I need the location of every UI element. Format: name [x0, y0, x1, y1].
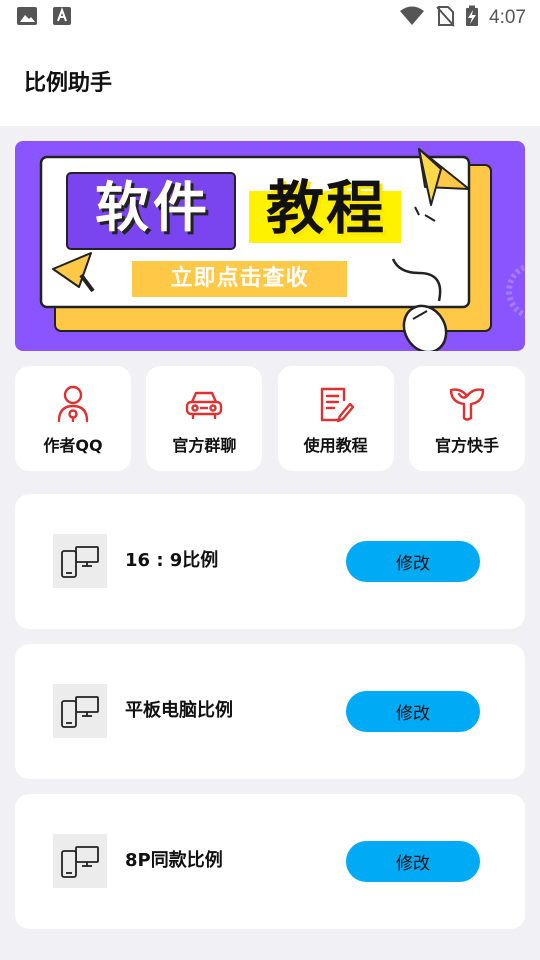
edit-button[interactable]: 修改 [346, 541, 480, 582]
quick-action-author-qq[interactable]: 作者QQ [15, 366, 131, 471]
quick-action-label: 使用教程 [303, 436, 368, 455]
kuaishou-logo-icon [447, 384, 487, 424]
ratio-card-tablet: 平板电脑比例 修改 [15, 644, 525, 779]
image-icon [16, 6, 38, 30]
status-time: 4:07 [489, 7, 526, 28]
banner-cta[interactable]: 立即点击查收 [133, 262, 346, 296]
car-icon [184, 384, 224, 424]
edit-button[interactable]: 修改 [346, 691, 480, 732]
ratio-label: 8P同款比例 [125, 850, 223, 871]
no-sim-icon [435, 5, 455, 31]
quick-action-group-chat[interactable]: 官方群聊 [146, 366, 263, 471]
wifi-icon [399, 6, 425, 30]
person-icon [53, 384, 93, 424]
edit-button[interactable]: 修改 [346, 841, 480, 882]
ratio-label: 平板电脑比例 [125, 700, 233, 721]
ratio-card-8p: 8P同款比例 修改 [15, 794, 525, 929]
banner-title-part2: 教程 [265, 174, 386, 242]
devices-icon [53, 684, 107, 738]
document-edit-icon [316, 384, 356, 424]
quick-actions: 作者QQ 官方群聊 使用教程 官方快手 [15, 366, 525, 471]
quick-action-label: 官方快手 [434, 436, 499, 455]
banner-title-part1: 软件 [95, 176, 211, 239]
devices-icon [53, 534, 107, 588]
app-bar: 比例助手 [0, 36, 540, 126]
quick-action-kuaishou[interactable]: 官方快手 [408, 366, 525, 471]
ratio-label: 16 : 9比例 [125, 550, 219, 571]
battery-charging-icon [465, 5, 479, 31]
quick-action-label: 官方群聊 [172, 436, 237, 455]
devices-icon [53, 834, 107, 888]
ratio-card-16-9: 16 : 9比例 修改 [15, 494, 525, 629]
status-bar: 4:07 [0, 0, 540, 36]
quick-action-tutorial[interactable]: 使用教程 [277, 366, 394, 471]
quick-action-label: 作者QQ [43, 436, 103, 455]
font-icon [52, 6, 72, 30]
page-title: 比例助手 [24, 71, 113, 96]
